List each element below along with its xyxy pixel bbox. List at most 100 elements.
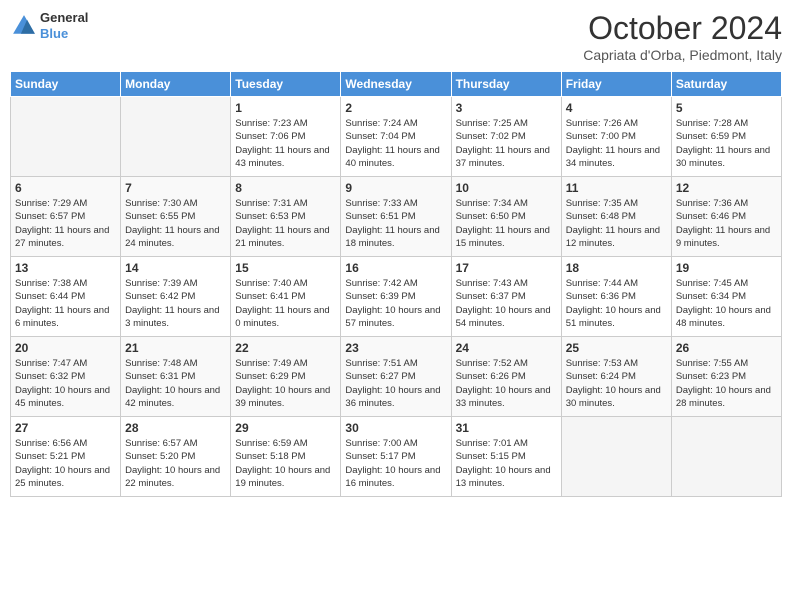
day-number: 4 xyxy=(566,101,667,115)
calendar-cell: 12Sunrise: 7:36 AMSunset: 6:46 PMDayligh… xyxy=(671,177,781,257)
calendar-body: 1 Sunrise: 7:23 AMSunset: 7:06 PMDaylight… xyxy=(11,97,782,497)
day-info: Sunrise: 6:56 AMSunset: 5:21 PMDaylight:… xyxy=(15,437,116,490)
calendar-cell: 15Sunrise: 7:40 AMSunset: 6:41 PMDayligh… xyxy=(231,257,341,337)
day-info: Sunrise: 7:31 AMSunset: 6:53 PMDaylight:… xyxy=(235,197,336,250)
page-header: General Blue October 2024 Capriata d'Orb… xyxy=(10,10,782,63)
calendar-cell: 3Sunrise: 7:25 AMSunset: 7:02 PMDaylight… xyxy=(451,97,561,177)
day-number: 16 xyxy=(345,261,446,275)
logo-text: General Blue xyxy=(40,10,88,41)
calendar-cell: 6 Sunrise: 7:29 AMSunset: 6:57 PMDaylight… xyxy=(11,177,121,257)
calendar-cell: 8Sunrise: 7:31 AMSunset: 6:53 PMDaylight… xyxy=(231,177,341,257)
day-number: 20 xyxy=(15,341,116,355)
day-number: 29 xyxy=(235,421,336,435)
calendar-cell: 18Sunrise: 7:44 AMSunset: 6:36 PMDayligh… xyxy=(561,257,671,337)
calendar-cell: 5 Sunrise: 7:28 AMSunset: 6:59 PMDaylight… xyxy=(671,97,781,177)
calendar-day-header: Wednesday xyxy=(341,72,451,97)
calendar-week-row: 13 Sunrise: 7:38 AMSunset: 6:44 PMDayligh… xyxy=(11,257,782,337)
month-title: October 2024 xyxy=(583,10,782,47)
day-number: 18 xyxy=(566,261,667,275)
day-info: Sunrise: 7:28 AMSunset: 6:59 PMDaylight:… xyxy=(676,117,777,170)
calendar-cell: 25 Sunrise: 7:53 AMSunset: 6:24 PMDayligh… xyxy=(561,337,671,417)
calendar-cell: 24 Sunrise: 7:52 AMSunset: 6:26 PMDayligh… xyxy=(451,337,561,417)
location-subtitle: Capriata d'Orba, Piedmont, Italy xyxy=(583,47,782,63)
day-number: 12 xyxy=(676,181,777,195)
calendar-cell: 27 Sunrise: 6:56 AMSunset: 5:21 PMDayligh… xyxy=(11,417,121,497)
calendar-day-header: Sunday xyxy=(11,72,121,97)
calendar-cell: 2 Sunrise: 7:24 AMSunset: 7:04 PMDaylight… xyxy=(341,97,451,177)
day-info: Sunrise: 7:53 AMSunset: 6:24 PMDaylight:… xyxy=(566,357,667,410)
calendar-week-row: 20Sunrise: 7:47 AMSunset: 6:32 PMDayligh… xyxy=(11,337,782,417)
calendar-cell xyxy=(671,417,781,497)
calendar-week-row: 6 Sunrise: 7:29 AMSunset: 6:57 PMDaylight… xyxy=(11,177,782,257)
day-number: 27 xyxy=(15,421,116,435)
day-number: 30 xyxy=(345,421,446,435)
calendar-day-header: Thursday xyxy=(451,72,561,97)
day-info: Sunrise: 7:38 AMSunset: 6:44 PMDaylight:… xyxy=(15,277,116,330)
calendar-table: SundayMondayTuesdayWednesdayThursdayFrid… xyxy=(10,71,782,497)
logo-icon xyxy=(10,12,38,40)
calendar-cell: 9 Sunrise: 7:33 AMSunset: 6:51 PMDaylight… xyxy=(341,177,451,257)
calendar-cell: 1 Sunrise: 7:23 AMSunset: 7:06 PMDaylight… xyxy=(231,97,341,177)
day-info: Sunrise: 6:59 AMSunset: 5:18 PMDaylight:… xyxy=(235,437,336,490)
calendar-cell xyxy=(121,97,231,177)
calendar-cell: 19 Sunrise: 7:45 AMSunset: 6:34 PMDayligh… xyxy=(671,257,781,337)
day-number: 17 xyxy=(456,261,557,275)
calendar-cell xyxy=(11,97,121,177)
day-info: Sunrise: 7:30 AMSunset: 6:55 PMDaylight:… xyxy=(125,197,226,250)
calendar-cell: 17Sunrise: 7:43 AMSunset: 6:37 PMDayligh… xyxy=(451,257,561,337)
calendar-cell: 31Sunrise: 7:01 AMSunset: 5:15 PMDayligh… xyxy=(451,417,561,497)
day-number: 24 xyxy=(456,341,557,355)
day-info: Sunrise: 7:39 AMSunset: 6:42 PMDaylight:… xyxy=(125,277,226,330)
day-number: 26 xyxy=(676,341,777,355)
day-number: 13 xyxy=(15,261,116,275)
day-info: Sunrise: 7:52 AMSunset: 6:26 PMDaylight:… xyxy=(456,357,557,410)
day-number: 14 xyxy=(125,261,226,275)
calendar-cell: 10 Sunrise: 7:34 AMSunset: 6:50 PMDayligh… xyxy=(451,177,561,257)
calendar-cell: 30 Sunrise: 7:00 AMSunset: 5:17 PMDayligh… xyxy=(341,417,451,497)
day-number: 11 xyxy=(566,181,667,195)
calendar-cell: 20Sunrise: 7:47 AMSunset: 6:32 PMDayligh… xyxy=(11,337,121,417)
day-number: 5 xyxy=(676,101,777,115)
day-info: Sunrise: 7:51 AMSunset: 6:27 PMDaylight:… xyxy=(345,357,446,410)
calendar-cell: 29 Sunrise: 6:59 AMSunset: 5:18 PMDayligh… xyxy=(231,417,341,497)
day-info: Sunrise: 7:29 AMSunset: 6:57 PMDaylight:… xyxy=(15,197,116,250)
day-info: Sunrise: 6:57 AMSunset: 5:20 PMDaylight:… xyxy=(125,437,226,490)
day-number: 19 xyxy=(676,261,777,275)
day-number: 3 xyxy=(456,101,557,115)
day-info: Sunrise: 7:34 AMSunset: 6:50 PMDaylight:… xyxy=(456,197,557,250)
day-info: Sunrise: 7:00 AMSunset: 5:17 PMDaylight:… xyxy=(345,437,446,490)
day-number: 1 xyxy=(235,101,336,115)
calendar-week-row: 1 Sunrise: 7:23 AMSunset: 7:06 PMDaylight… xyxy=(11,97,782,177)
day-info: Sunrise: 7:24 AMSunset: 7:04 PMDaylight:… xyxy=(345,117,446,170)
calendar-day-header: Monday xyxy=(121,72,231,97)
day-number: 6 xyxy=(15,181,116,195)
calendar-cell xyxy=(561,417,671,497)
logo: General Blue xyxy=(10,10,88,41)
day-info: Sunrise: 7:23 AMSunset: 7:06 PMDaylight:… xyxy=(235,117,336,170)
calendar-cell: 13 Sunrise: 7:38 AMSunset: 6:44 PMDayligh… xyxy=(11,257,121,337)
day-number: 21 xyxy=(125,341,226,355)
calendar-cell: 7 Sunrise: 7:30 AMSunset: 6:55 PMDaylight… xyxy=(121,177,231,257)
day-number: 7 xyxy=(125,181,226,195)
calendar-cell: 14 Sunrise: 7:39 AMSunset: 6:42 PMDayligh… xyxy=(121,257,231,337)
day-number: 9 xyxy=(345,181,446,195)
day-number: 25 xyxy=(566,341,667,355)
day-info: Sunrise: 7:01 AMSunset: 5:15 PMDaylight:… xyxy=(456,437,557,490)
day-number: 10 xyxy=(456,181,557,195)
calendar-header-row: SundayMondayTuesdayWednesdayThursdayFrid… xyxy=(11,72,782,97)
calendar-cell: 4Sunrise: 7:26 AMSunset: 7:00 PMDaylight… xyxy=(561,97,671,177)
day-number: 28 xyxy=(125,421,226,435)
day-info: Sunrise: 7:40 AMSunset: 6:41 PMDaylight:… xyxy=(235,277,336,330)
day-info: Sunrise: 7:35 AMSunset: 6:48 PMDaylight:… xyxy=(566,197,667,250)
title-block: October 2024 Capriata d'Orba, Piedmont, … xyxy=(583,10,782,63)
calendar-cell: 16Sunrise: 7:42 AMSunset: 6:39 PMDayligh… xyxy=(341,257,451,337)
day-number: 2 xyxy=(345,101,446,115)
day-number: 23 xyxy=(345,341,446,355)
calendar-cell: 28 Sunrise: 6:57 AMSunset: 5:20 PMDayligh… xyxy=(121,417,231,497)
day-info: Sunrise: 7:45 AMSunset: 6:34 PMDaylight:… xyxy=(676,277,777,330)
calendar-day-header: Friday xyxy=(561,72,671,97)
calendar-cell: 26Sunrise: 7:55 AMSunset: 6:23 PMDayligh… xyxy=(671,337,781,417)
day-info: Sunrise: 7:48 AMSunset: 6:31 PMDaylight:… xyxy=(125,357,226,410)
calendar-week-row: 27 Sunrise: 6:56 AMSunset: 5:21 PMDayligh… xyxy=(11,417,782,497)
day-info: Sunrise: 7:33 AMSunset: 6:51 PMDaylight:… xyxy=(345,197,446,250)
